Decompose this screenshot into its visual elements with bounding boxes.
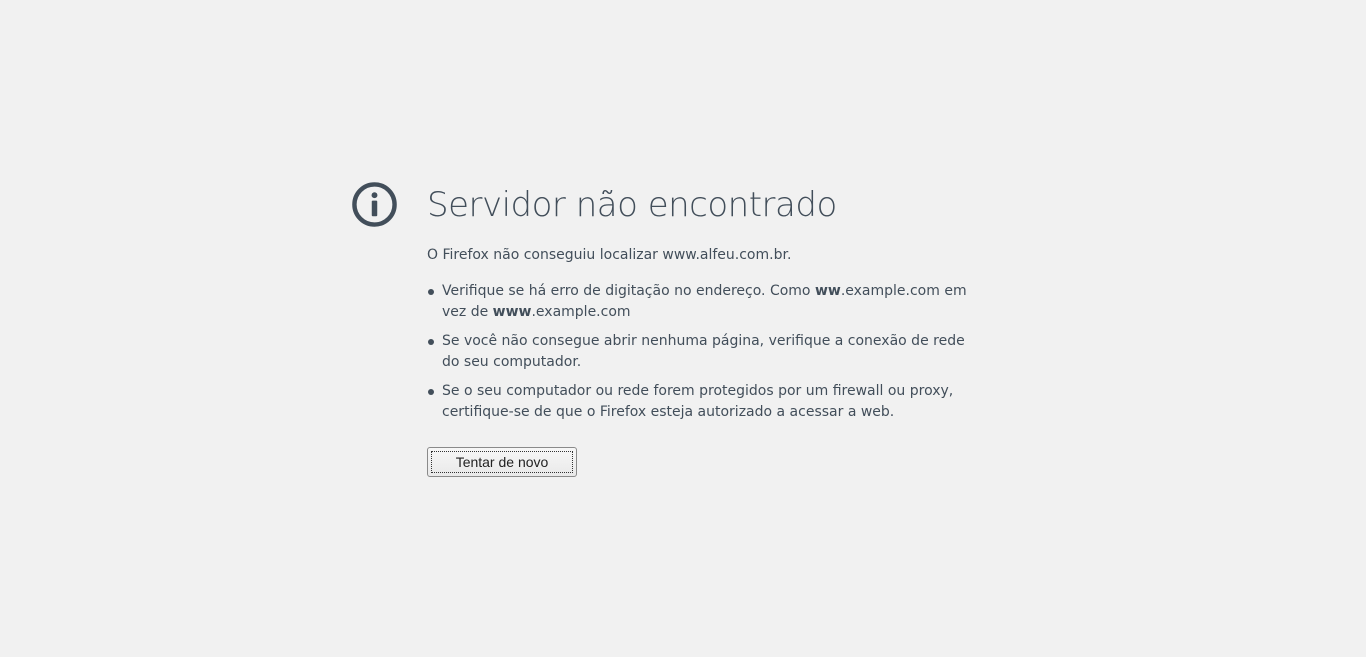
- advice-item-connection: Se você não consegue abrir nenhuma págin…: [427, 331, 965, 373]
- advice-line: certifique-se de que o Firefox esteja au…: [442, 404, 895, 420]
- try-again-button[interactable]: Tentar de novo: [427, 447, 577, 477]
- advice-item-typo: Verifique se há erro de digitação no end…: [427, 281, 967, 323]
- info-icon: [352, 182, 397, 227]
- advice-line: do seu computador.: [442, 354, 582, 370]
- advice-item-firewall: Se o seu computador ou rede forem proteg…: [427, 381, 954, 423]
- advice-line: vez de www.example.com: [442, 304, 631, 320]
- try-again-label: Tentar de novo: [431, 451, 573, 473]
- advice-line: Verifique se há erro de digitação no end…: [442, 283, 967, 299]
- error-container: Servidor não encontrado O Firefox não co…: [427, 180, 967, 477]
- error-description: O Firefox não conseguiu localizar www.al…: [427, 247, 792, 263]
- error-page: Servidor não encontrado O Firefox não co…: [0, 0, 1366, 657]
- advice-list: Verifique se há erro de digitação no end…: [427, 281, 967, 423]
- advice-line: Se o seu computador ou rede forem proteg…: [442, 383, 954, 399]
- page-title: Servidor não encontrado: [427, 185, 837, 225]
- advice-line: Se você não consegue abrir nenhuma págin…: [442, 333, 965, 349]
